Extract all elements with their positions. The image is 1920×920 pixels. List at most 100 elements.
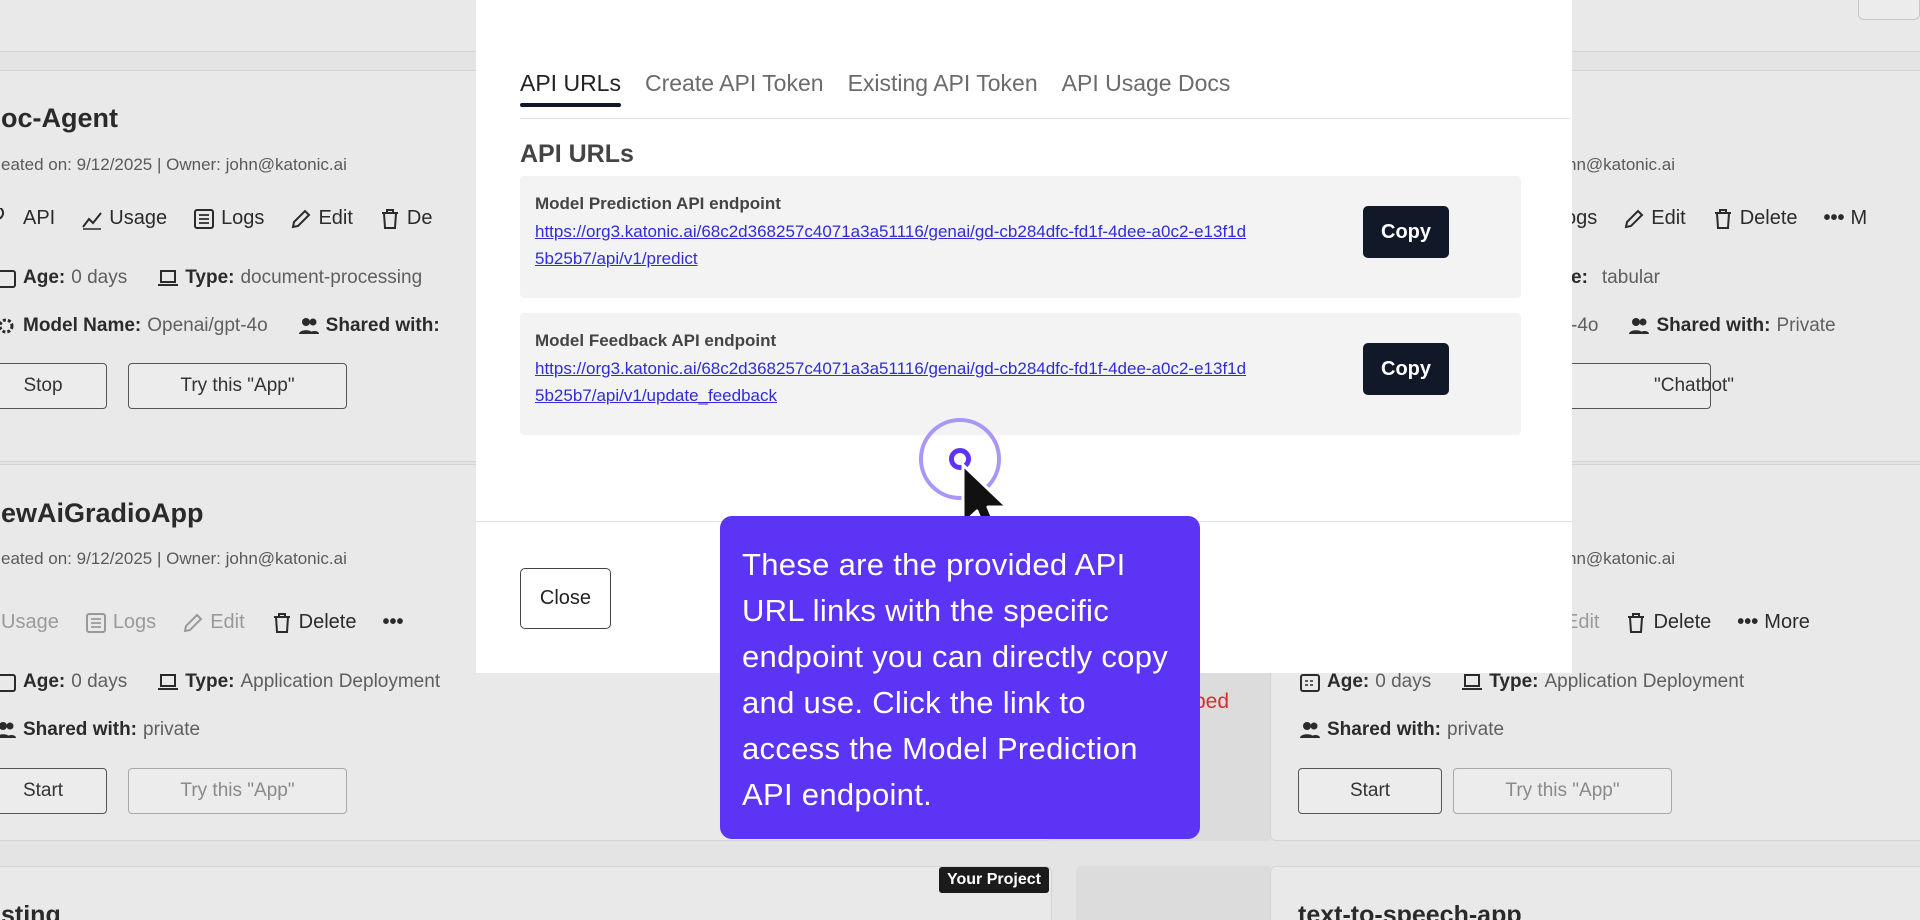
trash-icon [1712, 208, 1734, 230]
trash-icon [271, 612, 293, 634]
try-app-button[interactable]: Try this "App" [128, 363, 347, 409]
trash-icon [1625, 612, 1647, 634]
model-info: Model Name: Openai/gpt-4o [0, 315, 268, 337]
card-actions: Edit Delete ••• More [1565, 611, 1810, 634]
type-info: Type: Application Deployment [1461, 671, 1744, 693]
card-info-row: Age: 0 days Type: Application Deployment [0, 671, 456, 693]
top-bar-button[interactable] [1858, 0, 1920, 20]
start-button[interactable]: Start [1298, 768, 1442, 814]
tab-create-api-token[interactable]: Create API Token [645, 70, 824, 107]
tab-api-urls[interactable]: API URLs [520, 70, 621, 107]
laptop-icon [1461, 671, 1483, 693]
card-info-row: Age: 0 days Type: Application Deployment [1299, 671, 1760, 693]
age-info: Age: 0 days [0, 671, 127, 693]
shared-label: Shared with: [1327, 719, 1442, 740]
endpoint-box-feedback: Model Feedback API endpoint https://org3… [520, 313, 1521, 435]
usage-action-label: Usage [1, 611, 59, 633]
api-action[interactable]: API [0, 207, 55, 230]
model-label: Model Name: [23, 315, 142, 336]
delete-action[interactable]: Delete [1625, 611, 1711, 634]
card-actions: Usage Logs Edit Delete ••• [1, 611, 403, 634]
logs-action-label: Logs [221, 207, 265, 229]
age-value: 0 days [71, 267, 128, 288]
chart-line-icon [81, 208, 103, 230]
shared-value: private [1447, 719, 1505, 740]
edit-action[interactable]: Edit [182, 611, 245, 634]
card-title: ewAiGradioApp [1, 498, 204, 528]
start-button[interactable]: Start [0, 768, 107, 814]
age-label: Age: [1327, 671, 1370, 692]
card-meta: hn@katonic.ai [1567, 155, 1675, 174]
edit-action-label: Edit [210, 611, 245, 633]
your-project-badge: Your Project [939, 867, 1049, 893]
card-meta: hn@katonic.ai [1567, 549, 1675, 568]
card-title: oc-Agent [1, 103, 118, 133]
more-action[interactable]: ••• More [1737, 611, 1810, 634]
type-info: Type: Application Deployment [157, 671, 440, 693]
more-action[interactable]: ••• [382, 611, 403, 634]
edit-action-label: Edit [1651, 207, 1686, 229]
users-icon [298, 315, 320, 337]
age-value: 0 days [1375, 671, 1432, 692]
tab-api-usage-docs[interactable]: API Usage Docs [1062, 70, 1231, 107]
delete-action[interactable]: De [379, 207, 433, 230]
copy-feedback-button[interactable]: Copy [1363, 343, 1449, 395]
type-info: Type: document-processing [157, 267, 422, 289]
logs-action[interactable]: Logs [193, 207, 264, 230]
try-app-button[interactable]: Try this "App" [128, 768, 347, 814]
close-button[interactable]: Close [520, 568, 611, 629]
app-card: text-to-speech-app [1270, 866, 1920, 920]
shared-label: Shared with: [23, 719, 138, 740]
age-value: 0 days [71, 671, 128, 692]
logs-icon [85, 612, 107, 634]
delete-action-label: De [406, 207, 433, 229]
usage-action-label: Usage [109, 207, 168, 229]
delete-action[interactable]: Delete [1712, 207, 1798, 230]
users-icon [0, 719, 17, 741]
usage-action[interactable]: Usage [81, 207, 167, 230]
pencil-icon [1623, 208, 1645, 230]
users-icon [1299, 719, 1321, 741]
calendar-icon [0, 267, 17, 289]
stop-button[interactable]: Stop [0, 363, 107, 409]
shared-info: Shared with: private [1299, 719, 1504, 741]
card-actions: API Usage Logs Edit De [0, 207, 432, 230]
delete-action-label: Delete [298, 611, 357, 633]
card-meta: eated on: 9/12/2025 | Owner: john@katoni… [1, 155, 347, 174]
edit-action[interactable]: Edit [1623, 207, 1686, 230]
more-action-label: More [1764, 611, 1810, 633]
edit-action[interactable]: Edit [290, 207, 353, 230]
feedback-endpoint-link[interactable]: https://org3.katonic.ai/68c2d368257c4071… [535, 355, 1255, 409]
more-dots-icon: ••• [1737, 611, 1759, 633]
type-label: e: [1571, 267, 1588, 288]
try-chatbot-button[interactable]: "Chatbot" [1557, 363, 1734, 409]
age-label: Age: [23, 671, 66, 692]
copy-prediction-button[interactable]: Copy [1363, 206, 1449, 258]
card-title: text-to-speech-app [1298, 901, 1522, 920]
delete-action-label: Delete [1739, 207, 1798, 229]
more-dots-icon: ••• [382, 611, 404, 633]
try-app-button[interactable]: Try this "App" [1453, 768, 1672, 814]
logs-action[interactable]: Logs [85, 611, 156, 634]
type-value: tabular [1601, 267, 1661, 288]
app-card: sting Your Project [0, 866, 1052, 920]
prediction-endpoint-link[interactable]: https://org3.katonic.ai/68c2d368257c4071… [535, 218, 1255, 272]
calendar-icon [0, 671, 17, 693]
api-icon [0, 207, 17, 230]
more-action[interactable]: ••• M [1824, 207, 1868, 230]
card-info-row: e: tabular [1571, 267, 1660, 289]
tabs-divider [520, 118, 1570, 119]
delete-action[interactable]: Delete [271, 611, 357, 634]
gear-icon [0, 315, 17, 337]
endpoint-box-prediction: Model Prediction API endpoint https://or… [520, 176, 1521, 298]
shared-info: Shared with: Private [1628, 315, 1836, 337]
type-label: Type: [1489, 671, 1539, 692]
usage-action[interactable]: Usage [1, 611, 59, 634]
endpoint-label: Model Prediction API endpoint [535, 194, 781, 213]
laptop-icon [157, 671, 179, 693]
guide-tooltip: These are the provided API URL links wit… [720, 516, 1200, 839]
shared-value: private [143, 719, 201, 740]
shared-label: Shared with: [325, 315, 440, 336]
type-value: Application Deployment [240, 671, 441, 692]
tab-existing-api-token[interactable]: Existing API Token [848, 70, 1038, 107]
